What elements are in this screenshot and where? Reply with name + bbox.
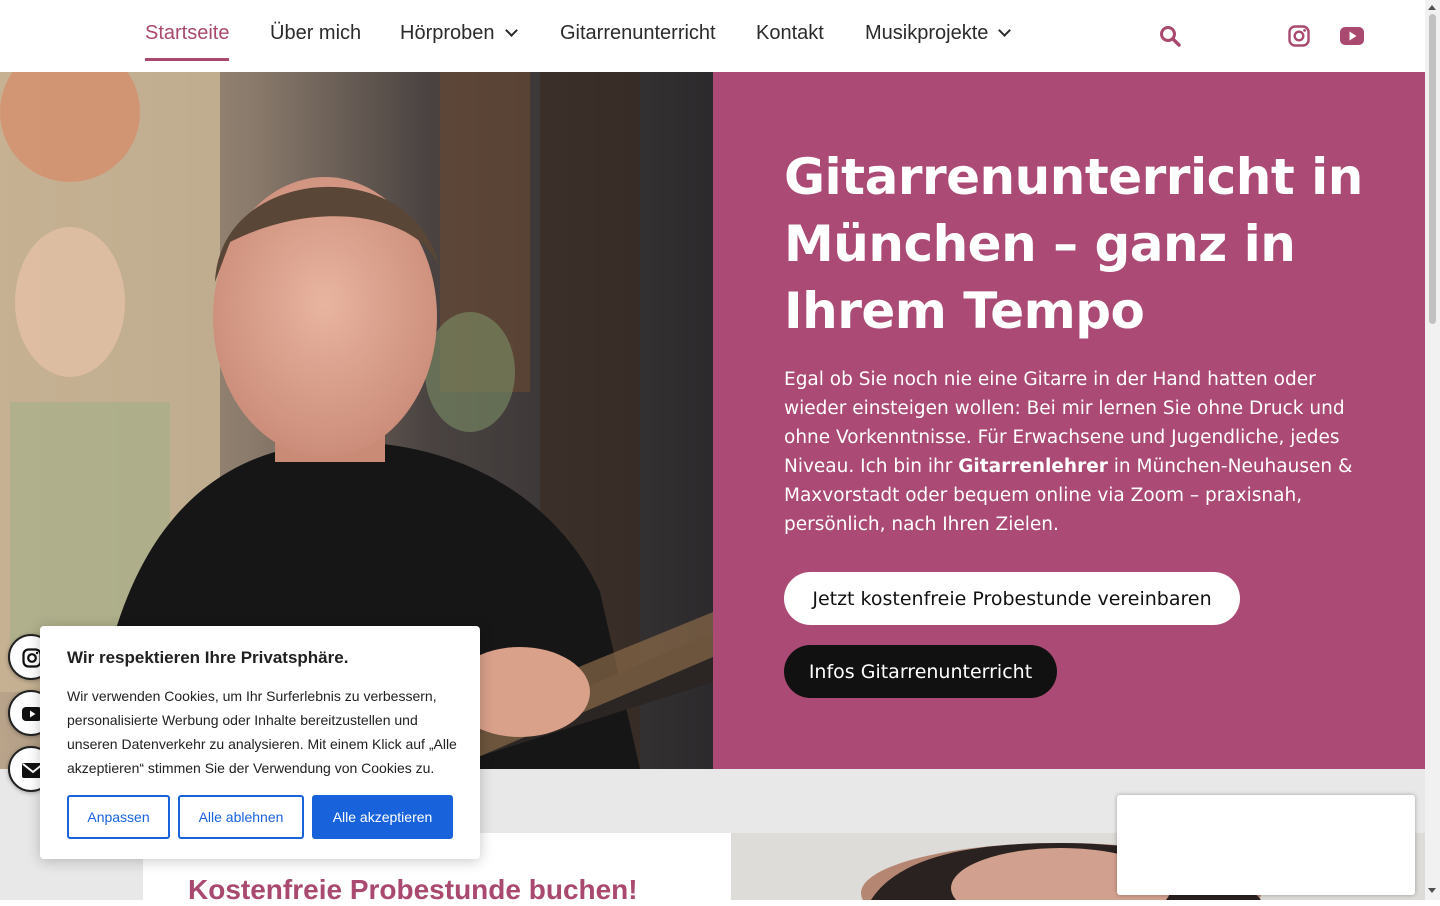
nav-item-musikprojekte[interactable]: Musikprojekte bbox=[865, 22, 1012, 45]
guitar-lessons-info-button[interactable]: Infos Gitarrenunterricht bbox=[784, 645, 1057, 698]
youtube-icon bbox=[22, 707, 42, 721]
recaptcha-badge[interactable] bbox=[1117, 795, 1415, 895]
scroll-up-arrow[interactable] bbox=[1428, 5, 1436, 10]
nav-label: Kontakt bbox=[756, 22, 824, 44]
nav-item-gitarrenunterricht[interactable]: Gitarrenunterricht bbox=[560, 22, 716, 45]
nav-item-startseite[interactable]: Startseite bbox=[145, 22, 230, 61]
hero-title: Gitarrenunterricht in München – ganz in … bbox=[784, 148, 1363, 340]
cookie-accept-all-button[interactable]: Alle akzeptieren bbox=[312, 795, 453, 839]
youtube-icon[interactable] bbox=[1340, 26, 1364, 50]
cookie-title: Wir respektieren Ihre Privatsphäre. bbox=[67, 648, 349, 667]
nav-label: Über mich bbox=[270, 22, 362, 44]
scrollbar-thumb[interactable] bbox=[1429, 14, 1436, 324]
chevron-down-icon bbox=[504, 24, 518, 37]
page-scrollbar[interactable] bbox=[1425, 0, 1440, 900]
nav-item-hoerproben[interactable]: Hörproben bbox=[400, 22, 518, 45]
nav-label: Hörproben bbox=[400, 22, 495, 44]
nav-label: Gitarrenunterricht bbox=[560, 22, 716, 44]
instagram-icon[interactable] bbox=[1288, 25, 1310, 51]
hero-intro-text: Egal ob Sie noch nie eine Gitarre in der… bbox=[784, 365, 1354, 539]
nav-item-kontakt[interactable]: Kontakt bbox=[756, 22, 824, 45]
trial-lesson-heading: Kostenfreie Probestunde buchen! bbox=[188, 874, 638, 905]
cookie-reject-all-button[interactable]: Alle ablehnen bbox=[178, 795, 304, 839]
scroll-down-arrow[interactable] bbox=[1428, 888, 1436, 893]
cookie-customize-button[interactable]: Anpassen bbox=[67, 795, 170, 839]
cookie-description: Wir verwenden Cookies, um Ihr Surferlebn… bbox=[67, 688, 457, 776]
search-icon[interactable] bbox=[1159, 25, 1181, 51]
nav-label: Startseite bbox=[145, 22, 230, 44]
nav-label: Musikprojekte bbox=[865, 22, 989, 44]
cookie-consent-dialog: Wir respektieren Ihre Privatsphäre. Wir … bbox=[40, 626, 480, 859]
active-nav-underline bbox=[145, 58, 230, 61]
hero-intro-bold: Gitarrenlehrer bbox=[958, 456, 1108, 477]
chevron-down-icon bbox=[998, 24, 1012, 37]
book-trial-lesson-button[interactable]: Jetzt kostenfreie Probestunde vereinbare… bbox=[784, 572, 1240, 625]
nav-item-ueber-mich[interactable]: Über mich bbox=[270, 22, 361, 45]
site-header: Startseite Über mich Hörproben Gitarrenu… bbox=[0, 0, 1425, 72]
instagram-icon bbox=[22, 648, 42, 668]
